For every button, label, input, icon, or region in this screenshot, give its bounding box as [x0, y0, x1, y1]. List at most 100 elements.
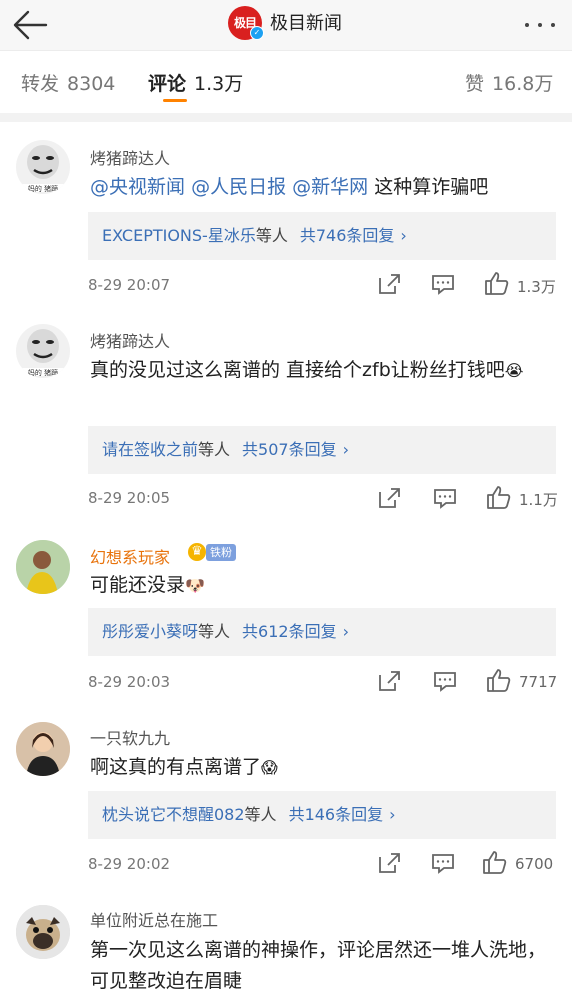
- person-avatar-icon: [16, 722, 70, 776]
- tab-likes[interactable]: 赞 16.8万: [465, 69, 553, 96]
- reply-and-others: 等人: [244, 805, 277, 824]
- person-avatar-icon: [16, 540, 70, 594]
- username[interactable]: 烤猪蹄达人: [90, 145, 170, 169]
- fan-badge: 铁粉: [206, 544, 236, 561]
- reply-and-others: 等人: [255, 226, 288, 245]
- more-button[interactable]: [522, 12, 558, 38]
- share-icon: [379, 671, 400, 691]
- username[interactable]: 一只软九九: [90, 725, 170, 749]
- mention-link[interactable]: @央视新闻: [90, 176, 185, 198]
- comment-time: 8-29 20:02: [88, 855, 171, 873]
- section-divider: [0, 113, 572, 122]
- avatar[interactable]: [16, 540, 70, 594]
- tab-count: 16.8万: [492, 73, 554, 95]
- thumbs-up-icon: [483, 851, 507, 874]
- comment-text-body: 可能还没录: [90, 574, 186, 596]
- reply-count: 共146条回复: [288, 805, 384, 824]
- like-button[interactable]: [482, 849, 514, 875]
- like-count: 6700: [515, 855, 554, 873]
- tab-reposts[interactable]: 转发 8304: [21, 69, 115, 96]
- thumbs-up-icon: [487, 669, 511, 692]
- comment-icon: [432, 854, 454, 874]
- comment-text: 第一次见这么离谱的神操作，评论居然还一堆人洗地，可见整改迫在眉睫: [90, 939, 547, 992]
- like-button[interactable]: [484, 270, 516, 296]
- svg-text:妈的 猪蹄: 妈的 猪蹄: [28, 184, 58, 193]
- more-dots-icon: [525, 23, 529, 27]
- repost-button[interactable]: [376, 669, 408, 695]
- comment-text: @央视新闻 @人民日报 @新华网 这种算诈骗吧: [90, 172, 560, 203]
- tab-label: 转发: [21, 73, 60, 95]
- avatar[interactable]: [16, 905, 70, 959]
- reply-and-others: 等人: [198, 440, 231, 459]
- comment-icon: [434, 489, 456, 509]
- chevron-right-icon: ›: [342, 622, 349, 641]
- reply-user-names: 彤彤爱小葵呀: [102, 622, 199, 641]
- replies-preview[interactable]: 请在签收之前等人 共507条回复 ›: [88, 426, 556, 474]
- mention-link[interactable]: @人民日报: [191, 176, 286, 198]
- more-dot: [551, 23, 555, 27]
- share-icon: [379, 853, 400, 873]
- comment-text: 可能还没录🐶: [90, 570, 560, 601]
- top-bar: 极目 ✓ 极目新闻: [0, 0, 572, 51]
- replies-preview[interactable]: EXCEPTIONS-星冰乐等人 共746条回复 ›: [88, 212, 556, 260]
- tab-label: 评论: [148, 73, 187, 95]
- like-button[interactable]: [486, 667, 518, 693]
- meme-face-avatar-icon: 妈的 猪蹄: [22, 329, 64, 377]
- tab-label: 赞: [465, 73, 485, 95]
- tab-comments[interactable]: 评论 1.3万: [148, 69, 243, 96]
- comment-button[interactable]: [430, 851, 462, 877]
- comment-text-body: 真的没见过这么离谱的 直接给个zfb让粉丝打钱吧: [90, 359, 505, 381]
- avatar[interactable]: 妈的 猪蹄: [16, 140, 70, 194]
- username[interactable]: 幻想系玩家: [90, 544, 170, 568]
- chevron-right-icon: ›: [389, 805, 396, 824]
- pug-avatar-icon: [16, 905, 70, 959]
- tab-bar: 转发 8304 评论 1.3万 赞 16.8万: [0, 51, 572, 113]
- reply-user-names: EXCEPTIONS-星冰乐: [102, 226, 256, 245]
- verified-icon: ✓: [250, 26, 264, 40]
- like-count: 7717: [519, 673, 558, 691]
- repost-button[interactable]: [376, 272, 408, 298]
- comment-time: 8-29 20:07: [88, 276, 171, 294]
- chevron-right-icon: ›: [400, 226, 407, 245]
- comment-icon: [432, 275, 454, 295]
- mention-link[interactable]: @新华网: [292, 176, 368, 198]
- comment-button[interactable]: [430, 272, 462, 298]
- reply-count: 共507条回复: [242, 440, 337, 459]
- comment-time: 8-29 20:05: [88, 489, 171, 507]
- reply-count: 共612条回复: [242, 622, 337, 641]
- comment-text-body: 啊这真的有点离谱了: [90, 756, 262, 778]
- like-count: 1.1万: [519, 491, 558, 509]
- comment-button[interactable]: [432, 669, 464, 695]
- thumbs-up-icon: [487, 486, 511, 509]
- username[interactable]: 单位附近总在施工: [90, 907, 218, 931]
- more-dot: [538, 23, 542, 27]
- avatar[interactable]: 妈的 猪蹄: [16, 324, 70, 378]
- tab-count: 8304: [67, 73, 116, 95]
- repost-button[interactable]: [376, 486, 408, 512]
- doge-emoji-icon: 🐶: [185, 576, 205, 595]
- chevron-right-icon: ›: [342, 440, 349, 459]
- repost-button[interactable]: [376, 851, 408, 877]
- meme-face-avatar-icon: 妈的 猪蹄: [22, 145, 64, 193]
- replies-preview[interactable]: 彤彤爱小葵呀等人 共612条回复 ›: [88, 608, 556, 656]
- reply-count: 共746条回复: [299, 226, 395, 245]
- replies-preview[interactable]: 枕头说它不想醒082等人 共146条回复 ›: [88, 791, 556, 839]
- like-count: 1.3万: [517, 278, 556, 296]
- username[interactable]: 烤猪蹄达人: [90, 328, 170, 352]
- share-icon: [379, 274, 400, 294]
- share-icon: [379, 488, 400, 508]
- tab-count: 1.3万: [194, 73, 244, 95]
- comment-button[interactable]: [432, 486, 464, 512]
- thumbs-up-icon: [485, 272, 509, 295]
- reply-user-names: 请在签收之前: [102, 440, 199, 459]
- page-title: 极目新闻: [270, 13, 342, 34]
- shocked-emoji-icon: 😱: [261, 758, 278, 777]
- comment-icon: [434, 672, 456, 692]
- comment-text: 真的没见过这么离谱的 直接给个zfb让粉丝打钱吧😭: [90, 355, 560, 386]
- like-button[interactable]: [486, 484, 518, 510]
- comment-time: 8-29 20:03: [88, 673, 171, 691]
- avatar[interactable]: [16, 722, 70, 776]
- back-button[interactable]: [10, 6, 50, 44]
- comment-text-rest: 这种算诈骗吧: [374, 176, 489, 198]
- crown-icon: ♛: [188, 543, 206, 561]
